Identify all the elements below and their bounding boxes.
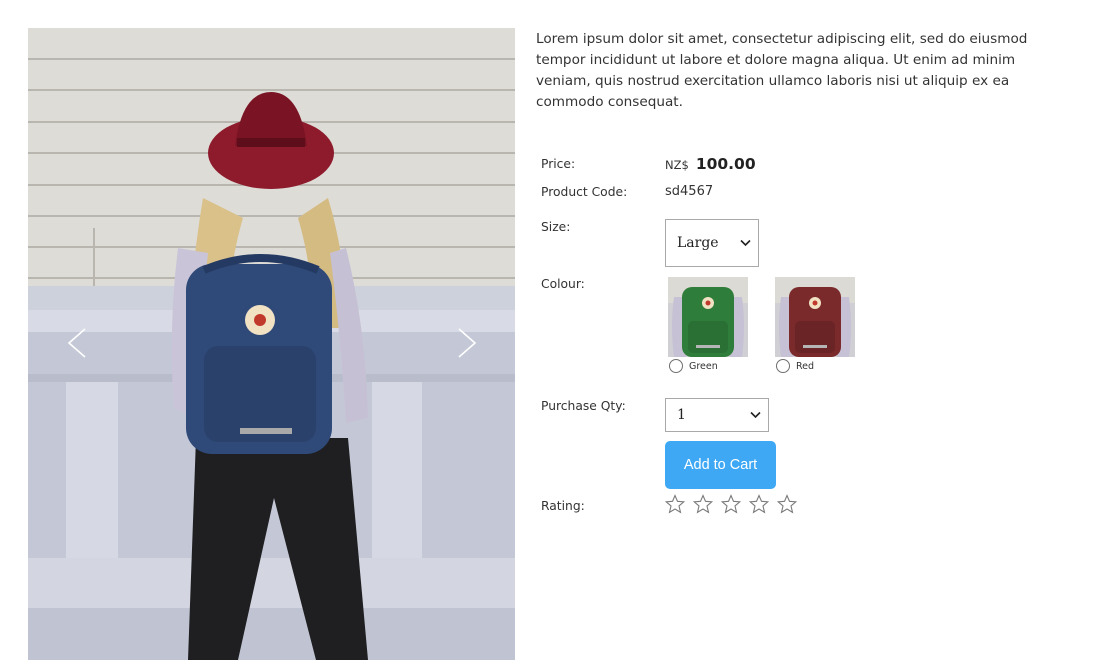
size-label: Size:: [541, 220, 571, 234]
star-icon[interactable]: [777, 494, 797, 514]
chevron-right-icon: [458, 328, 477, 358]
add-to-cart-button[interactable]: Add to Cart: [665, 441, 776, 489]
red-option-label: Red: [796, 360, 815, 372]
purchase-qty-label: Purchase Qty:: [541, 399, 626, 413]
price-label: Price:: [541, 157, 576, 171]
quantity-selected-value: 1: [677, 407, 686, 423]
star-icon[interactable]: [721, 494, 741, 514]
colour-label: Colour:: [541, 277, 585, 291]
price-amount: 100.00: [695, 155, 756, 173]
red-backpack-thumbnail[interactable]: [775, 277, 855, 357]
green-option-label: Green: [689, 360, 718, 372]
green-backpack-thumbnail[interactable]: [668, 277, 748, 357]
colour-option-red[interactable]: Red: [775, 277, 857, 373]
next-image-arrow[interactable]: [448, 326, 480, 360]
product-description: Lorem ipsum dolor sit amet, consectetur …: [536, 31, 1028, 110]
star-icon[interactable]: [693, 494, 713, 514]
colour-option-green[interactable]: Green: [668, 277, 750, 373]
product-code-value: sd4567: [665, 184, 714, 199]
rating-label: Rating:: [541, 499, 585, 513]
chevron-left-icon: [67, 328, 86, 358]
size-selected-value: Large: [677, 235, 719, 251]
product-code-label: Product Code:: [541, 185, 628, 199]
size-select[interactable]: Large: [665, 219, 759, 267]
quantity-select[interactable]: 1: [665, 398, 769, 432]
rating-stars: [665, 494, 797, 514]
green-radio-button[interactable]: [669, 359, 683, 373]
previous-image-arrow[interactable]: [64, 326, 96, 360]
red-radio-button[interactable]: [776, 359, 790, 373]
star-icon[interactable]: [665, 494, 685, 514]
product-image-gallery: [28, 28, 515, 660]
colour-option-red-row: Red: [776, 359, 857, 373]
chevron-down-icon: [750, 411, 761, 419]
price: NZ$ 100.00: [665, 155, 756, 173]
price-currency: NZ$: [665, 158, 689, 172]
colour-option-green-row: Green: [669, 359, 750, 373]
chevron-down-icon: [740, 239, 751, 247]
product-photo: [28, 28, 515, 660]
star-icon[interactable]: [749, 494, 769, 514]
